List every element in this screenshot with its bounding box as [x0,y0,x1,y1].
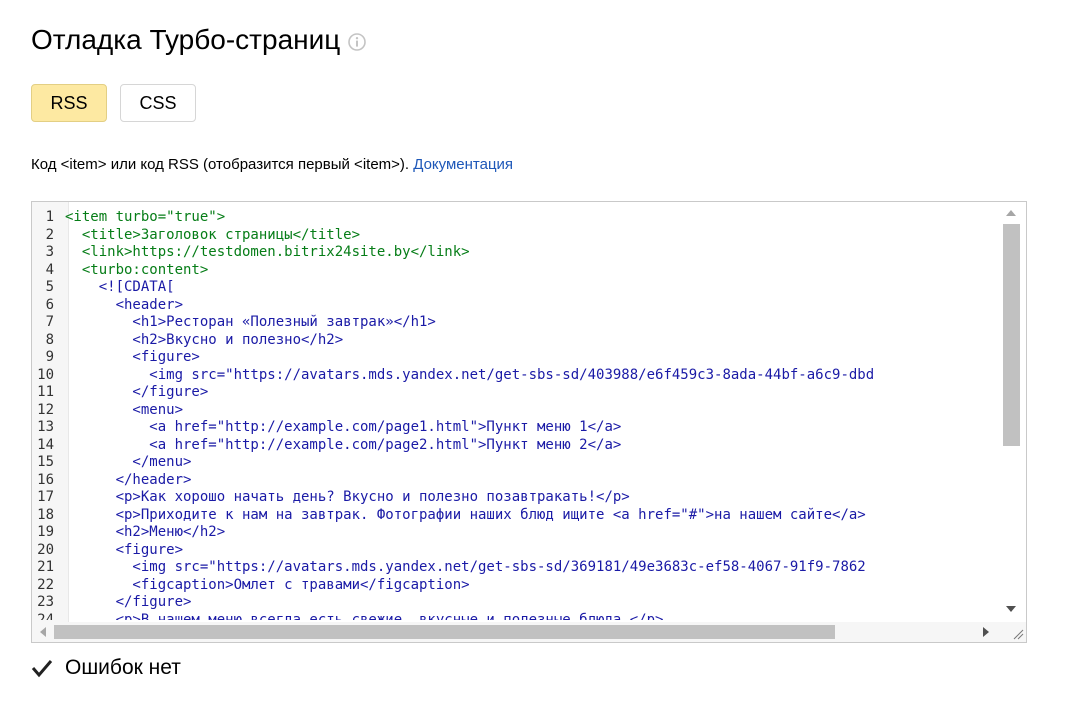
code-text[interactable]: <a href="http://example.com/page1.html">… [65,419,621,437]
line-number: 13 [37,419,54,435]
code-text[interactable]: <figure> [65,349,199,367]
code-text[interactable]: <title>Заголовок страницы</title> [65,227,360,245]
info-circle-icon[interactable] [348,33,367,51]
code-line[interactable]: 11 </figure> [32,384,993,402]
code-text[interactable]: <p>Приходите к нам на завтрак. Фотографи… [65,507,866,525]
hint-text: Код <item> или код RSS (отобразится перв… [31,156,414,173]
code-text[interactable]: <h2>Вкусно и полезно</h2> [65,332,343,350]
line-number: 9 [45,349,54,365]
line-number: 17 [37,489,54,505]
line-number: 16 [37,471,54,488]
horizontal-scroll-thumb[interactable] [54,625,835,639]
line-number: 22 [37,576,54,593]
horizontal-scrollbar[interactable] [32,622,1026,642]
input-hint: Код <item> или код RSS (отобразится перв… [31,156,513,173]
code-area[interactable]: 1 <item turbo="true"> 2 <title>Заголовок с… [32,209,993,620]
code-text[interactable]: <figcaption>Омлет с травами</figcaption> [65,577,469,595]
code-text[interactable]: <img src="https://avatars.mds.yandex.net… [65,367,874,385]
code-line[interactable]: 2 <title>Заголовок страницы</title> [32,227,993,245]
code-text[interactable]: <figure> [65,542,183,560]
resize-grip-icon[interactable] [1012,628,1024,640]
code-text[interactable]: </menu> [65,454,191,472]
scroll-up-icon[interactable] [1006,210,1016,216]
status-text: Ошибок нет [65,656,181,679]
line-number: 7 [45,314,54,330]
line-number: 1 [45,209,54,225]
code-text[interactable]: <h1>Ресторан «Полезный завтрак»</h1> [65,314,435,332]
scroll-right-icon[interactable] [983,627,989,637]
line-number: 10 [37,366,54,383]
code-editor[interactable]: 1 <item turbo="true"> 2 <title>Заголовок с… [31,201,1027,643]
code-line[interactable]: 24 <p>В нашем меню всегда есть свежие, в… [32,612,993,621]
line-number: 8 [45,331,54,348]
code-line[interactable]: 20 <figure> [32,542,993,560]
line-number: 20 [37,541,54,558]
line-number: 2 [45,226,54,243]
code-text[interactable]: </figure> [65,384,208,402]
line-number: 12 [37,401,54,418]
vertical-scrollbar[interactable] [996,202,1026,622]
documentation-link[interactable]: Документация [413,156,513,173]
code-text[interactable]: </header> [65,472,192,490]
line-number: 4 [45,261,54,278]
tab-rss[interactable]: RSS [31,84,107,122]
line-number: 3 [45,244,54,260]
line-number: 5 [45,279,54,295]
line-number: 15 [37,454,54,470]
code-line[interactable]: 7 <h1>Ресторан «Полезный завтрак»</h1> [32,314,993,332]
line-number: 11 [37,384,54,400]
code-line[interactable]: 6 <header> [32,297,993,315]
line-number: 14 [37,436,54,453]
checkmark-icon [31,657,53,679]
vertical-scroll-thumb[interactable] [1003,224,1020,446]
code-line[interactable]: 21 <img src="https://avatars.mds.yandex.… [32,559,993,577]
line-number: 19 [37,524,54,540]
line-number: 24 [37,611,54,621]
code-line[interactable]: 5 <![CDATA[ [32,279,993,297]
code-line[interactable]: 9 <figure> [32,349,993,367]
code-text[interactable]: <header> [65,297,183,315]
code-text[interactable]: <menu> [65,402,183,420]
code-text[interactable]: <h2>Меню</h2> [65,524,226,542]
code-line[interactable]: 16 </header> [32,472,993,490]
validation-status: Ошибок нет [31,656,181,680]
code-line[interactable]: 19 <h2>Меню</h2> [32,524,993,542]
page-title: Отладка Турбо-страниц [31,24,341,55]
code-line[interactable]: 10 <img src="https://avatars.mds.yandex.… [32,367,993,385]
scroll-down-icon[interactable] [1006,606,1016,612]
code-line[interactable]: 14 <a href="http://example.com/page2.htm… [32,437,993,455]
code-line[interactable]: 23 </figure> [32,594,993,612]
scroll-left-icon[interactable] [40,627,46,637]
code-text[interactable]: <img src="https://avatars.mds.yandex.net… [65,559,865,577]
code-line[interactable]: 1 <item turbo="true"> [32,209,993,227]
format-tabs: RSS CSS [31,84,196,122]
code-text[interactable]: <p>В нашем меню всегда есть свежие, вкус… [65,612,664,621]
line-number: 21 [37,559,54,575]
code-line[interactable]: 13 <a href="http://example.com/page1.htm… [32,419,993,437]
code-text[interactable]: <turbo:content> [65,262,208,280]
code-text[interactable]: </figure> [65,594,192,612]
code-text[interactable]: <link>https://testdomen.bitrix24site.by<… [65,244,470,262]
code-line[interactable]: 17 <p>Как хорошо начать день? Вкусно и п… [32,489,993,507]
code-line[interactable]: 8 <h2>Вкусно и полезно</h2> [32,332,993,350]
code-line[interactable]: 18 <p>Приходите к нам на завтрак. Фотогр… [32,507,993,525]
code-line[interactable]: 22 <figcaption>Омлет с травами</figcapti… [32,577,993,595]
line-number: 23 [37,594,54,610]
code-line[interactable]: 3 <link>https://testdomen.bitrix24site.b… [32,244,993,262]
code-text[interactable]: <![CDATA[ [65,279,175,297]
tab-css[interactable]: CSS [120,84,196,122]
title-row: Отладка Турбо-страниц [31,24,367,56]
line-number: 6 [45,296,54,313]
code-line[interactable]: 15 </menu> [32,454,993,472]
code-text[interactable]: <a href="http://example.com/page2.html">… [65,437,621,455]
line-number: 18 [37,506,54,523]
code-text[interactable]: <item turbo="true"> [65,209,225,227]
code-line[interactable]: 12 <menu> [32,402,993,420]
code-text[interactable]: <p>Как хорошо начать день? Вкусно и поле… [65,489,630,507]
code-line[interactable]: 4 <turbo:content> [32,262,993,280]
